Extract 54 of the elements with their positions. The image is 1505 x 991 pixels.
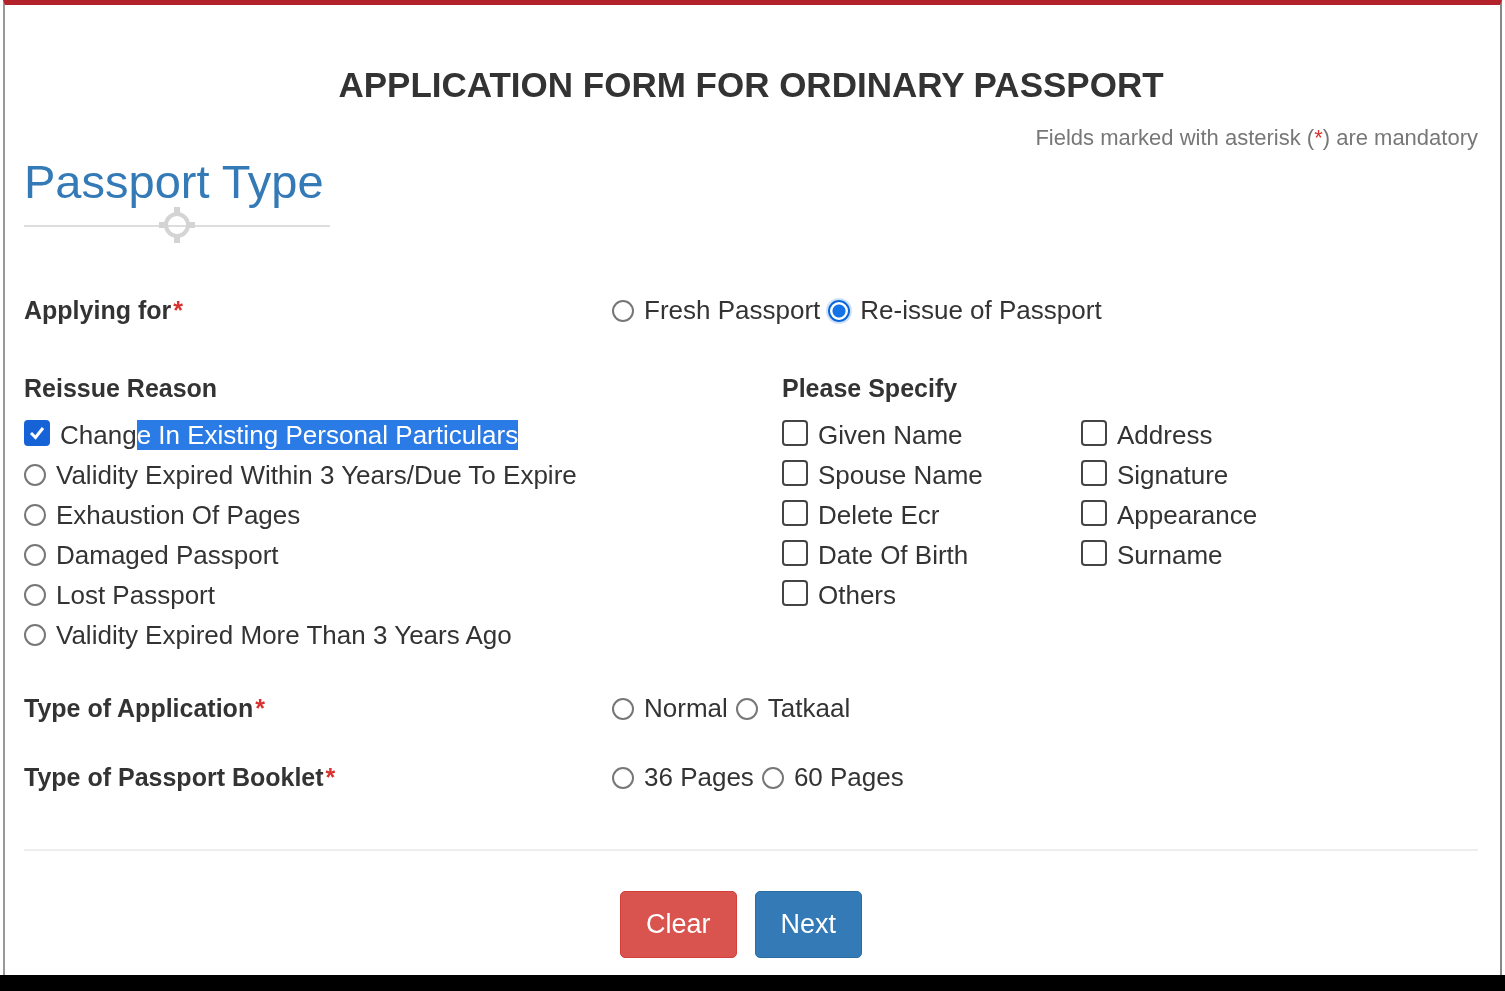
option-label[interactable]: Appearance xyxy=(1117,499,1258,531)
option-label[interactable]: 60 Pages xyxy=(793,762,904,793)
checkbox[interactable] xyxy=(1081,500,1107,526)
clear-button[interactable]: Clear xyxy=(619,891,737,958)
checkbox[interactable] xyxy=(1081,460,1107,486)
option-label[interactable]: 36 Pages xyxy=(644,762,754,793)
radio-button[interactable] xyxy=(828,299,851,322)
checkbox[interactable] xyxy=(782,500,808,526)
required-asterisk: * xyxy=(325,763,336,792)
option-label[interactable]: Date Of Birth xyxy=(818,539,969,571)
radio-button[interactable] xyxy=(612,766,634,789)
option-label[interactable]: Spouse Name xyxy=(818,459,983,491)
section-title: Passport Type xyxy=(24,155,325,209)
checkbox[interactable] xyxy=(782,420,808,446)
required-asterisk: * xyxy=(173,296,183,325)
radio-button[interactable] xyxy=(612,299,634,322)
radio-button[interactable] xyxy=(612,697,634,720)
option-label[interactable]: Surname xyxy=(1117,539,1223,571)
radio-button[interactable] xyxy=(24,504,46,526)
radio-button[interactable] xyxy=(24,544,46,566)
option-label[interactable]: Damaged Passport xyxy=(56,539,279,571)
option-label[interactable]: Given Name xyxy=(818,419,963,451)
checkbox[interactable] xyxy=(782,580,808,606)
checkbox[interactable] xyxy=(782,460,808,486)
option-label[interactable]: Re-issue of Passport xyxy=(860,295,1102,326)
checkbox[interactable] xyxy=(1081,540,1107,566)
radio-button[interactable] xyxy=(24,624,46,646)
checkbox[interactable] xyxy=(24,420,50,446)
required-asterisk: * xyxy=(255,694,265,723)
field-label: Please Specify xyxy=(782,374,959,403)
option-label[interactable]: Address xyxy=(1117,419,1213,451)
radio-button[interactable] xyxy=(735,697,758,720)
field-label: Type of Passport Booklet xyxy=(24,763,324,792)
checkbox[interactable] xyxy=(1081,420,1107,446)
option-label[interactable]: Normal xyxy=(644,693,728,724)
option-label[interactable]: Others xyxy=(818,579,897,611)
option-label[interactable]: Fresh Passport xyxy=(644,295,821,326)
option-label[interactable]: Signature xyxy=(1117,459,1229,491)
option-label[interactable]: Validity Expired More Than 3 Years Ago xyxy=(56,619,512,651)
option-label[interactable]: Lost Passport xyxy=(56,579,215,611)
field-label: Type of Application xyxy=(24,694,254,723)
option-label[interactable]: Tatkaal xyxy=(767,693,851,724)
option-label[interactable]: Delete Ecr xyxy=(818,499,940,531)
field-label: Applying for xyxy=(24,296,172,325)
checkbox[interactable] xyxy=(782,540,808,566)
radio-button[interactable] xyxy=(761,766,784,789)
option-label[interactable]: Exhaustion Of Pages xyxy=(56,499,301,531)
radio-button[interactable] xyxy=(24,464,46,486)
field-label: Reissue Reason xyxy=(24,374,219,403)
mandatory-note: Fields marked with asterisk (*) are mandatory xyxy=(1035,125,1478,151)
option-label[interactable]: Validity Expired Within 3 Years/Due To Expire xyxy=(56,459,577,491)
radio-button[interactable] xyxy=(24,584,46,606)
form-title: APPLICATION FORM FOR ORDINARY PASSPORT xyxy=(337,65,1165,105)
next-button[interactable]: Next xyxy=(754,891,863,958)
